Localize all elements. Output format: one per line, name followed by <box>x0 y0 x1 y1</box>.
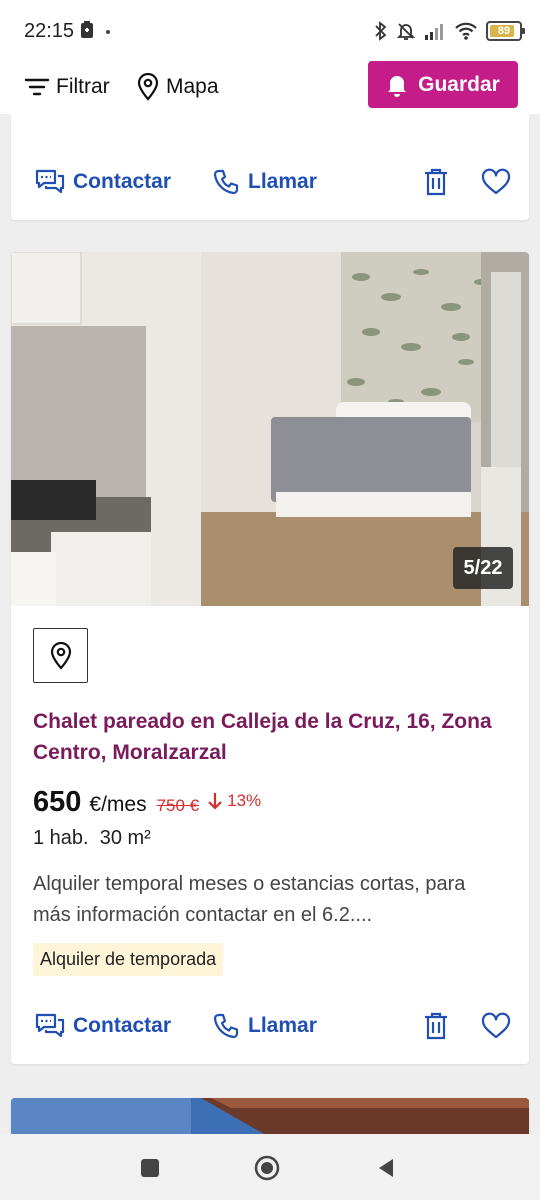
favorite-button[interactable] <box>476 996 516 1056</box>
listing-title[interactable]: Chalet pareado en Calleja de la Cruz, 16… <box>33 706 503 768</box>
listing-badge: Alquiler de temporada <box>33 943 224 976</box>
listing-card-previous: Contactar Llamar <box>11 114 529 220</box>
signal-icon <box>425 24 443 40</box>
home-icon <box>254 1155 280 1181</box>
back-icon <box>379 1159 393 1177</box>
discount-percent: 13% <box>227 791 262 810</box>
call-label: Llamar <box>248 170 317 193</box>
status-dot <box>106 30 110 34</box>
notification-icon <box>81 21 93 38</box>
filter-label: Filtrar <box>56 75 110 98</box>
heart-icon <box>481 1012 511 1039</box>
old-price: 750 € <box>156 796 200 815</box>
price-drop: 13% <box>207 791 261 811</box>
save-label: Guardar <box>418 72 500 96</box>
listing-card-next[interactable] <box>11 1098 529 1138</box>
silent-icon <box>396 23 416 40</box>
bell-icon <box>388 75 407 97</box>
chat-icon <box>35 169 65 194</box>
chat-icon <box>35 1013 65 1038</box>
battery-level: 89 <box>497 25 511 37</box>
status-time: 22:15 <box>24 20 75 42</box>
heart-icon <box>481 168 511 195</box>
listing-description: Alquiler temporal meses o estancias cort… <box>33 873 466 926</box>
recents-button[interactable] <box>136 1154 164 1182</box>
location-button[interactable] <box>33 628 88 683</box>
save-search-button[interactable]: Guardar <box>368 61 518 108</box>
top-toolbar: Filtrar Mapa Guardar <box>0 60 540 114</box>
bedroom-photo <box>11 252 529 606</box>
bluetooth-icon <box>375 21 387 41</box>
filter-icon <box>24 78 50 96</box>
contact-button[interactable]: Contactar <box>35 152 171 212</box>
trash-icon <box>425 1012 447 1040</box>
arrow-down-icon <box>208 793 222 810</box>
favorite-button[interactable] <box>476 152 516 212</box>
photo-counter: 5/22 <box>453 547 513 589</box>
call-label: Llamar <box>248 1014 317 1037</box>
price-row: 650 €/mes 750 € 13% <box>33 786 261 822</box>
listing-details: 1 hab. 30 m² <box>33 827 151 849</box>
status-icons: 89 <box>374 20 525 42</box>
map-label: Mapa <box>166 75 219 98</box>
call-button[interactable]: Llamar <box>212 996 317 1056</box>
listing-photo[interactable]: 5/22 <box>11 252 529 606</box>
map-button[interactable]: Mapa <box>136 70 219 104</box>
recents-icon <box>141 1159 159 1177</box>
listing-actions: Contactar Llamar <box>11 152 529 212</box>
map-pin-icon <box>50 641 71 670</box>
call-button[interactable]: Llamar <box>212 152 317 212</box>
next-listing-photo <box>11 1098 529 1138</box>
filter-button[interactable]: Filtrar <box>24 70 110 104</box>
battery-icon: 89 <box>486 21 525 41</box>
contact-button[interactable]: Contactar <box>35 996 171 1056</box>
delete-button[interactable] <box>416 996 456 1056</box>
phone-icon <box>213 169 239 195</box>
wifi-icon <box>455 22 477 40</box>
system-nav-bar <box>0 1134 540 1200</box>
home-button[interactable] <box>253 1154 281 1182</box>
delete-button[interactable] <box>416 152 456 212</box>
trash-icon <box>425 168 447 196</box>
listing-actions: Contactar Llamar <box>11 996 529 1056</box>
contact-label: Contactar <box>73 170 172 193</box>
back-button[interactable] <box>372 1154 400 1182</box>
phone-icon <box>213 1013 239 1039</box>
contact-label: Contactar <box>73 1014 172 1037</box>
price-unit: €/mes <box>89 793 147 816</box>
map-pin-icon <box>137 73 159 101</box>
status-bar: 22:15 89 <box>0 0 540 60</box>
listing-card: 5/22 Chalet pareado en Calleja de la Cru… <box>11 252 529 1064</box>
price: 650 <box>33 786 82 818</box>
